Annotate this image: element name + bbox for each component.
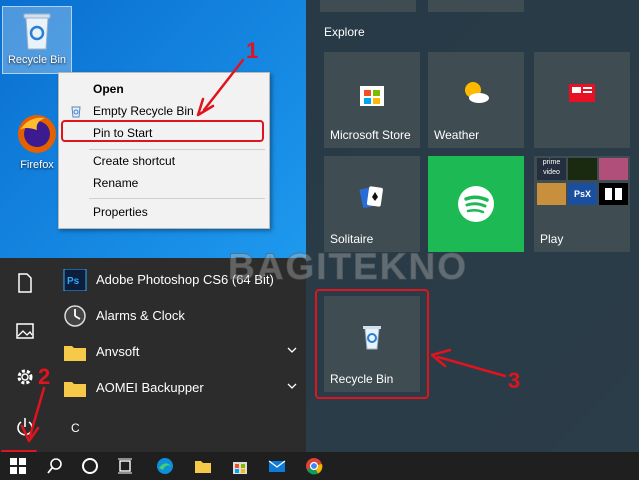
psx-icon: PsX: [568, 183, 597, 205]
explore-group-label: Explore: [324, 25, 365, 39]
menu-item-rename[interactable]: Rename: [59, 173, 269, 193]
tile-spotify[interactable]: [428, 156, 524, 252]
prime-video-icon: prime video: [537, 158, 566, 180]
folder-icon: [64, 346, 86, 361]
pictures-icon[interactable]: [14, 320, 36, 342]
menu-divider: [89, 149, 265, 150]
tile-microsoft-store[interactable]: Microsoft Store: [324, 52, 420, 148]
tile-label: Solitaire: [330, 232, 374, 246]
power-icon[interactable]: [14, 416, 36, 438]
tile-weather[interactable]: Weather: [428, 52, 524, 148]
app-label: AOMEI Backupper: [96, 380, 204, 395]
tile-play[interactable]: prime video PsX Play: [534, 156, 630, 252]
app-list-item[interactable]: Alarms & Clock: [50, 298, 306, 334]
watermark: BAGITEKNO: [228, 246, 468, 288]
clock-icon: [64, 305, 86, 327]
game-thumb-icon: [537, 183, 566, 205]
mail-icon[interactable]: [267, 456, 287, 476]
app-label: Alarms & Clock: [96, 308, 185, 323]
svg-text:Ps: Ps: [67, 276, 80, 287]
solitaire-icon: [359, 186, 383, 208]
partial-top-tiles: [320, 0, 530, 12]
highlight-recycle-bin-tile: [315, 289, 429, 399]
menu-divider: [89, 198, 265, 199]
recycle-bin-icon: [71, 106, 81, 118]
letter-group-header[interactable]: C: [71, 421, 80, 435]
tile-solitaire[interactable]: Solitaire: [324, 156, 420, 252]
step-1-label: 1: [246, 38, 259, 63]
task-view-icon[interactable]: [115, 456, 135, 476]
tile-news[interactable]: [534, 52, 630, 148]
windows-start-icon[interactable]: [8, 456, 28, 476]
tile-label: Weather: [434, 128, 480, 142]
step-3-label: 3: [508, 368, 521, 393]
menu-item-empty-recycle-bin[interactable]: Empty Recycle Bin: [59, 101, 269, 121]
menu-item-properties[interactable]: Properties: [59, 202, 269, 222]
tile-label: Microsoft Store: [330, 128, 411, 142]
tile-label: Play: [540, 232, 564, 246]
menu-item-create-shortcut[interactable]: Create shortcut: [59, 151, 269, 171]
app-label: Anvsoft: [96, 344, 140, 359]
settings-gear-icon[interactable]: [14, 366, 36, 388]
cortana-icon[interactable]: [80, 456, 100, 476]
news-icon: [569, 84, 595, 102]
document-icon[interactable]: [14, 272, 36, 294]
menu-item-label: Empty Recycle Bin: [93, 104, 194, 118]
file-explorer-icon[interactable]: [193, 456, 213, 476]
dolby-icon: [599, 183, 628, 205]
store-icon: [360, 86, 384, 106]
taskbar: [0, 452, 639, 480]
chrome-icon[interactable]: [304, 456, 324, 476]
weather-icon: [465, 82, 489, 103]
edge-icon[interactable]: [155, 456, 175, 476]
context-menu: Open Empty Recycle Bin Pin to Start Crea…: [58, 72, 270, 229]
start-rail: [0, 258, 50, 452]
spotify-icon: [458, 186, 494, 222]
partial-tile-left[interactable]: [320, 0, 416, 12]
step-2-label: 2: [38, 364, 51, 389]
chevron-down-icon[interactable]: [286, 380, 298, 392]
store-taskbar-icon[interactable]: [230, 456, 250, 476]
photoshop-icon: Ps: [63, 269, 87, 291]
folder-icon: [64, 382, 86, 397]
search-icon[interactable]: [45, 456, 65, 476]
app-list-item[interactable]: Anvsoft: [50, 334, 306, 370]
chevron-down-icon[interactable]: [286, 344, 298, 356]
menu-item-open[interactable]: Open: [59, 79, 269, 99]
highlight-pin-to-start: [61, 120, 264, 142]
app-list-item[interactable]: AOMEI Backupper: [50, 370, 306, 406]
partial-tile-right[interactable]: [428, 0, 524, 12]
game-thumb-icon: [599, 158, 628, 180]
game-thumb-icon: [568, 158, 597, 180]
